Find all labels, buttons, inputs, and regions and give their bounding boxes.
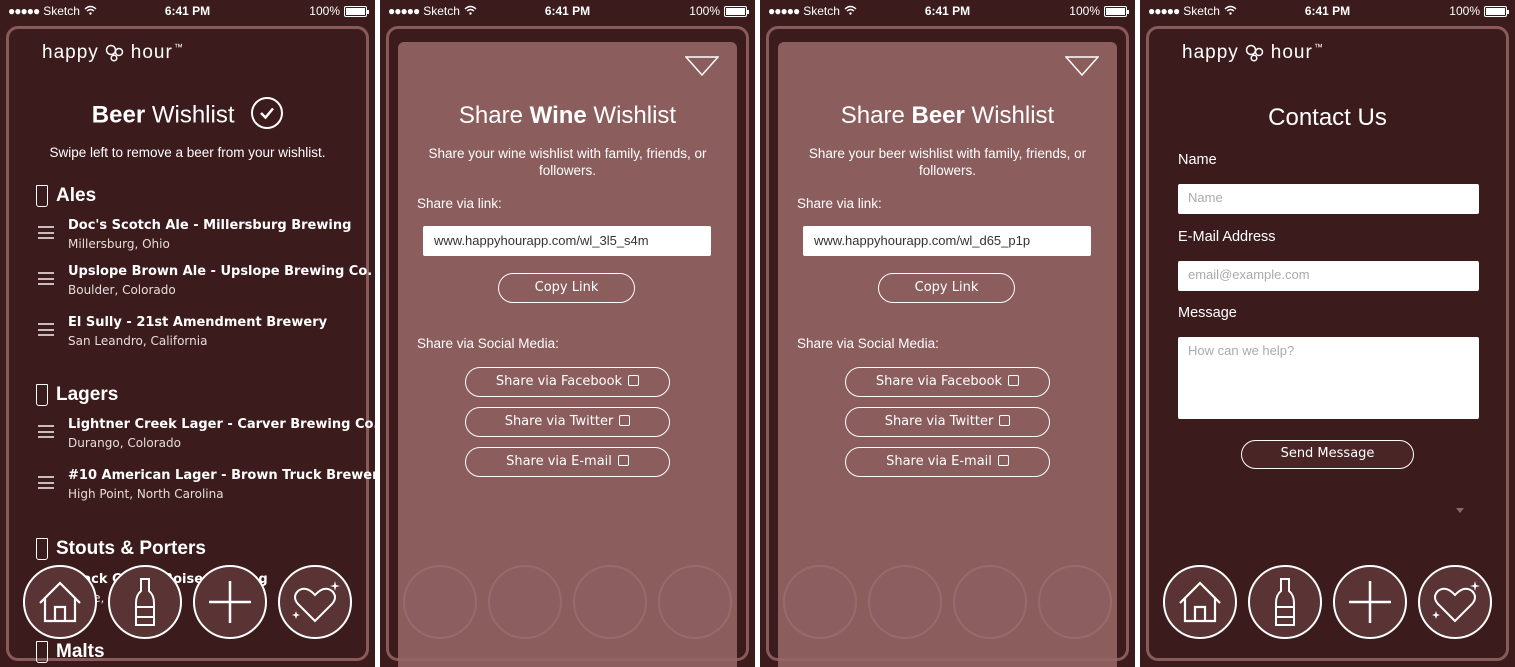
share-twitter-button[interactable]: Share via Twitter [845, 407, 1050, 437]
battery-status: 100% [1449, 4, 1509, 18]
share-social-label: Share via Social Media: [797, 336, 939, 351]
battery-icon [1104, 5, 1129, 17]
battery-status: 100% [309, 4, 369, 18]
drag-handle-icon[interactable] [38, 323, 54, 336]
wishlist-button[interactable] [278, 565, 352, 639]
share-link-label: Share via link: [417, 196, 502, 211]
beer-button[interactable] [1248, 565, 1322, 639]
share-modal: Share Beer Wishlist Share your beer wish… [778, 42, 1117, 667]
phone-beer-wishlist: ●●●●● Sketch 6:41 PM 100% happy hour ™ Bee… [0, 0, 375, 667]
add-button[interactable] [1333, 565, 1407, 639]
message-label: Message [1178, 305, 1237, 321]
screens: ●●●●● Sketch 6:41 PM 100% happy hour ™ Bee… [0, 0, 1515, 667]
page-title: Contact Us [1268, 104, 1387, 131]
share-link-field[interactable]: www.happyhourapp.com/wl_3l5_s4m [423, 226, 711, 256]
external-share-icon [617, 455, 629, 466]
modal-subtitle: Share your beer wishlist with family, fr… [808, 146, 1087, 178]
phone-contact: ●●●●● Sketch 6:41 PM 100% happy hour ™ Con… [1140, 0, 1515, 667]
app-logo: happy hour ™ [42, 42, 184, 63]
drag-handle-icon[interactable] [38, 226, 54, 239]
home-icon [39, 581, 81, 623]
caret-down-icon [1456, 508, 1464, 513]
glass-icon [36, 641, 48, 663]
external-share-icon [997, 455, 1009, 466]
page-subtitle: Swipe left to remove a beer from your wi… [49, 145, 326, 160]
share-twitter-button[interactable]: Share via Twitter [465, 407, 670, 437]
close-chevron-icon[interactable] [685, 56, 719, 76]
share-facebook-button[interactable]: Share via Facebook [465, 367, 670, 397]
send-message-button[interactable]: Send Message [1241, 440, 1414, 469]
beer-bottle-icon [135, 578, 155, 626]
email-field[interactable]: email@example.com [1178, 261, 1479, 291]
modal-title: Share Beer Wishlist [840, 102, 1055, 129]
drag-handle-icon[interactable] [38, 476, 54, 489]
battery-icon [344, 5, 369, 17]
share-modal: Share Wine Wishlist Share your wine wish… [398, 42, 737, 667]
status-bar: ●●●●● Sketch 6:41 PM 100% [380, 0, 755, 22]
bottom-nav [1140, 565, 1515, 639]
external-share-icon [1008, 375, 1020, 386]
drag-handle-icon[interactable] [38, 425, 54, 438]
name-label: Name [1178, 152, 1217, 168]
add-icon [209, 581, 251, 623]
battery-status: 100% [1069, 4, 1129, 18]
section-ales: Ales [36, 185, 96, 207]
share-email-button[interactable]: Share via E-mail [845, 447, 1050, 477]
add-icon [1349, 581, 1391, 623]
close-chevron-icon[interactable] [1065, 56, 1099, 76]
status-bar: ●●●●● Sketch 6:41 PM 100% [0, 0, 375, 22]
battery-icon [724, 5, 749, 17]
glass-icon [36, 185, 48, 207]
message-field[interactable]: How can we help? [1178, 337, 1479, 419]
wishlist-button[interactable] [1418, 565, 1492, 639]
copy-link-button[interactable]: Copy Link [498, 273, 635, 303]
check-circle-icon[interactable] [251, 97, 284, 129]
bubbles-icon [105, 44, 124, 62]
modal-subtitle: Share your wine wishlist with family, fr… [428, 146, 707, 178]
beer-bottle-icon [1275, 578, 1295, 626]
section-stouts-porters: Stouts & Porters [36, 538, 206, 560]
pint-glass-icon [36, 538, 48, 560]
home-icon [1179, 581, 1221, 623]
email-label: E-Mail Address [1178, 229, 1276, 245]
modal-title: Share Wine Wishlist [458, 102, 677, 129]
bubbles-icon [1245, 44, 1264, 62]
battery-icon [1484, 5, 1509, 17]
copy-link-button[interactable]: Copy Link [878, 273, 1015, 303]
glass-icon [36, 384, 48, 406]
page-title: Beer Wishlist [0, 97, 375, 132]
external-share-icon [628, 375, 640, 386]
section-lagers: Lagers [36, 384, 118, 406]
app-logo: happy hour ™ [1182, 42, 1324, 63]
share-email-button[interactable]: Share via E-mail [465, 447, 670, 477]
battery-status: 100% [689, 4, 749, 18]
heart-sparkle-icon [1432, 581, 1480, 623]
status-bar: ●●●●● Sketch 6:41 PM 100% [760, 0, 1135, 22]
external-share-icon [619, 415, 631, 426]
share-link-field[interactable]: www.happyhourapp.com/wl_d65_p1p [803, 226, 1091, 256]
name-field[interactable]: Name [1178, 184, 1479, 214]
share-social-label: Share via Social Media: [417, 336, 559, 351]
phone-share-beer: ●●●●● Sketch 6:41 PM 100% Share Beer Wish… [760, 0, 1135, 667]
drag-handle-icon[interactable] [38, 272, 54, 285]
external-share-icon [999, 415, 1011, 426]
beer-button[interactable] [108, 565, 182, 639]
add-button[interactable] [193, 565, 267, 639]
home-button[interactable] [23, 565, 97, 639]
home-button[interactable] [1163, 565, 1237, 639]
status-bar: ●●●●● Sketch 6:41 PM 100% [1140, 0, 1515, 22]
bottom-nav [0, 565, 375, 639]
share-facebook-button[interactable]: Share via Facebook [845, 367, 1050, 397]
heart-sparkle-icon [292, 581, 340, 623]
section-malts: Malts [36, 641, 105, 663]
phone-share-wine: ●●●●● Sketch 6:41 PM 100% Share Wine Wish… [380, 0, 755, 667]
share-link-label: Share via link: [797, 196, 882, 211]
